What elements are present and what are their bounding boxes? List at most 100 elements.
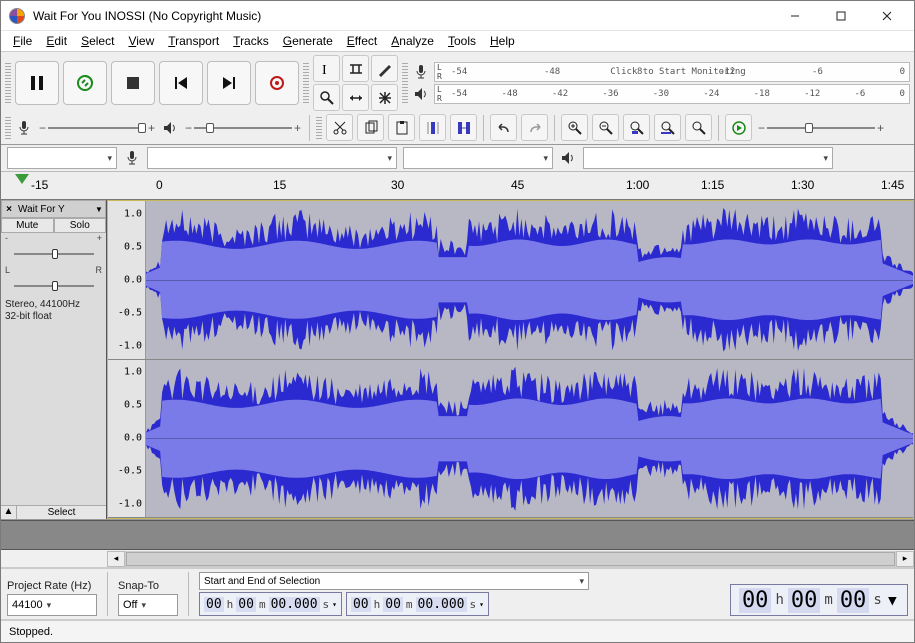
track-collapse-button[interactable]: ▲ xyxy=(1,506,17,519)
selection-tool[interactable]: I xyxy=(313,55,340,82)
amplitude-scale: 1.0 0.5 0.0 -0.5 -1.0 xyxy=(108,360,146,518)
track-select-button[interactable]: Select xyxy=(17,506,106,519)
menu-help[interactable]: Help xyxy=(484,32,521,50)
track-area: × Wait For Y ▼ Mute Solo -+ LR Stereo, 4… xyxy=(1,200,914,520)
pause-button[interactable] xyxy=(15,61,59,105)
copy-button[interactable] xyxy=(357,114,384,141)
cut-button[interactable] xyxy=(326,114,353,141)
playback-device-combo[interactable]: ▾ xyxy=(583,147,833,169)
scroll-thumb[interactable] xyxy=(126,552,895,566)
zoom-in-button[interactable] xyxy=(561,114,588,141)
meter-tick: -18 xyxy=(754,89,770,99)
recording-meter[interactable]: LR -54 -48 Click to Start Monitoring 8 -… xyxy=(434,62,910,82)
track-close-button[interactable]: × xyxy=(2,204,16,215)
menu-generate[interactable]: Generate xyxy=(277,32,339,50)
undo-button[interactable] xyxy=(490,114,517,141)
timeline-label: 1:45 xyxy=(881,178,904,192)
meter-tick: -54 xyxy=(451,89,467,99)
timeshift-tool[interactable] xyxy=(342,84,369,111)
audio-position-time[interactable]: 00h 00m 00s▾ xyxy=(730,584,908,616)
track-menu-button[interactable]: ▼ xyxy=(93,205,105,214)
playback-volume-slider[interactable]: − + xyxy=(183,119,303,137)
menu-effect[interactable]: Effect xyxy=(341,32,383,50)
waveform-left[interactable] xyxy=(146,201,913,359)
mic-icon xyxy=(123,149,141,167)
close-button[interactable] xyxy=(864,1,910,31)
menu-tools[interactable]: Tools xyxy=(442,32,482,50)
skip-end-button[interactable] xyxy=(207,61,251,105)
fit-project-button[interactable] xyxy=(654,114,681,141)
meter-tick: -54 xyxy=(451,67,467,77)
slider-minus: − xyxy=(183,121,194,135)
selection-mode-combo[interactable]: Start and End of Selection▾ xyxy=(199,572,589,590)
selection-start-time[interactable]: 00h 00m 00.000s▾ xyxy=(199,592,342,616)
recording-channels-combo[interactable]: ▾ xyxy=(403,147,553,169)
stop-button[interactable] xyxy=(111,61,155,105)
track-control-panel: × Wait For Y ▼ Mute Solo -+ LR Stereo, 4… xyxy=(1,200,107,519)
scroll-right-button[interactable]: ▸ xyxy=(896,551,914,567)
snap-to-combo[interactable]: Off▾ xyxy=(118,594,178,616)
toolbar-grip[interactable] xyxy=(5,117,11,139)
zoom-toggle-button[interactable] xyxy=(685,114,712,141)
status-text: Stopped. xyxy=(9,626,53,638)
menu-edit[interactable]: Edit xyxy=(40,32,73,50)
toolbar-grip[interactable] xyxy=(5,63,11,103)
scroll-left-button[interactable]: ◂ xyxy=(107,551,125,567)
minimize-button[interactable] xyxy=(772,1,818,31)
maximize-button[interactable] xyxy=(818,1,864,31)
toolbar-area: I LR -54 -48 Click to Start Monitoring 8 xyxy=(1,51,914,145)
recording-volume-slider[interactable]: − + xyxy=(37,119,157,137)
scroll-track[interactable] xyxy=(125,551,896,567)
play-button[interactable] xyxy=(63,61,107,105)
menu-analyze[interactable]: Analyze xyxy=(385,32,440,50)
zoom-out-button[interactable] xyxy=(592,114,619,141)
gain-slider[interactable] xyxy=(1,246,106,262)
record-button[interactable] xyxy=(255,61,299,105)
project-rate-label: Project Rate (Hz) xyxy=(7,580,97,592)
speaker-icon xyxy=(559,149,577,167)
meter-tick: -36 xyxy=(602,89,618,99)
solo-button[interactable]: Solo xyxy=(54,218,107,233)
recording-device-combo[interactable]: ▾ xyxy=(147,147,397,169)
trim-button[interactable] xyxy=(419,114,446,141)
menu-tracks[interactable]: Tracks xyxy=(227,32,275,50)
pan-slider[interactable] xyxy=(1,278,106,294)
playback-speed-slider[interactable]: − + xyxy=(756,119,886,137)
menu-file[interactable]: File xyxy=(7,32,38,50)
speaker-icon xyxy=(412,85,430,103)
meter-lr-label: LR xyxy=(437,85,442,103)
zoom-tool[interactable] xyxy=(313,84,340,111)
silence-button[interactable] xyxy=(450,114,477,141)
menu-view[interactable]: View xyxy=(122,32,160,50)
draw-tool[interactable] xyxy=(371,55,398,82)
playback-meter[interactable]: LR -54 -48 -42 -36 -30 -24 -18 -12 -6 0 xyxy=(434,84,910,104)
slider-plus: + xyxy=(292,121,303,135)
timeline-ruler[interactable]: -1501530451:001:151:301:45 xyxy=(1,172,914,200)
mute-button[interactable]: Mute xyxy=(1,218,54,233)
paste-button[interactable] xyxy=(388,114,415,141)
track-name[interactable]: Wait For Y xyxy=(16,204,93,215)
window-title: Wait For You INOSSI (No Copyright Music) xyxy=(33,9,772,23)
envelope-tool[interactable] xyxy=(342,55,369,82)
multi-tool[interactable] xyxy=(371,84,398,111)
toolbar-grip[interactable] xyxy=(303,63,309,103)
play-at-speed-button[interactable] xyxy=(725,114,752,141)
skip-start-button[interactable] xyxy=(159,61,203,105)
mic-icon xyxy=(15,119,33,137)
menu-select[interactable]: Select xyxy=(75,32,120,50)
toolbar-grip[interactable] xyxy=(316,117,322,139)
horizontal-scrollbar[interactable]: ◂ ▸ xyxy=(1,550,914,568)
toolbar-grip[interactable] xyxy=(402,63,408,103)
waveform-area[interactable]: 1.0 0.5 0.0 -0.5 -1.0 1.0 0.5 0.0 -0.5 -… xyxy=(107,200,914,519)
selection-end-time[interactable]: 00h 00m 00.000s▾ xyxy=(346,592,489,616)
waveform-right[interactable] xyxy=(146,360,913,518)
redo-button[interactable] xyxy=(521,114,548,141)
title-bar: Wait For You INOSSI (No Copyright Music) xyxy=(1,1,914,31)
menu-transport[interactable]: Transport xyxy=(162,32,225,50)
empty-track-space[interactable] xyxy=(1,520,914,550)
audio-host-combo[interactable]: ▾ xyxy=(7,147,117,169)
timeline-label: -15 xyxy=(31,178,48,192)
fit-selection-button[interactable] xyxy=(623,114,650,141)
meter-tick: -6 xyxy=(855,89,866,99)
project-rate-combo[interactable]: 44100▾ xyxy=(7,594,97,616)
